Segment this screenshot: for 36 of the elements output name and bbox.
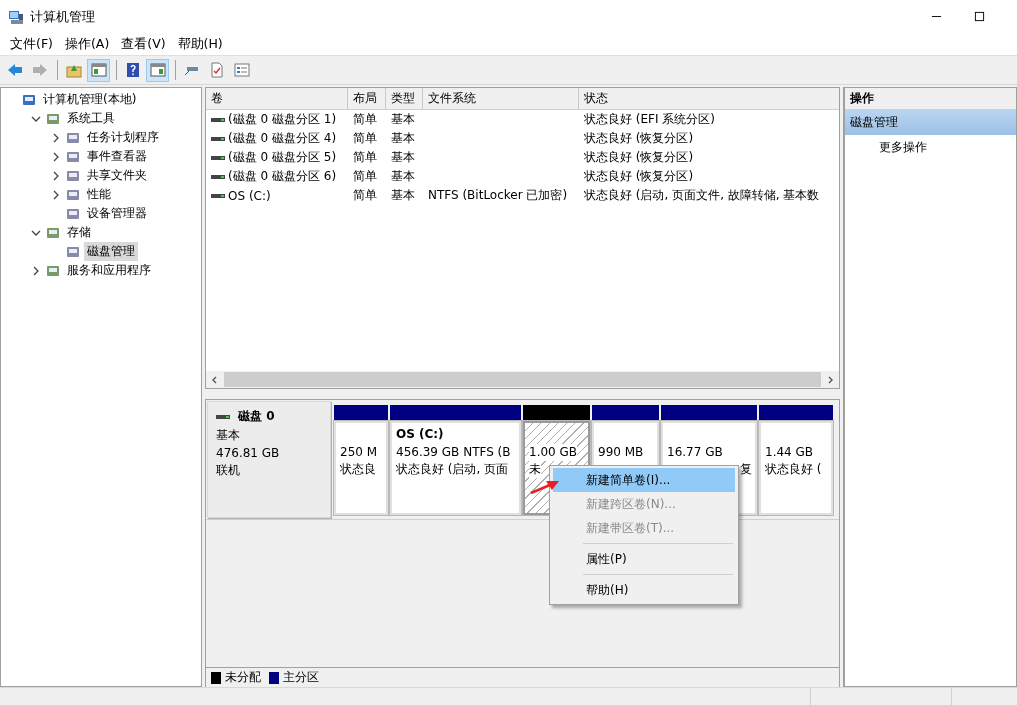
table-cell: (磁盘 0 磁盘分区 6) [228, 168, 337, 185]
partition-text: 未 [529, 461, 541, 478]
table-cell: 状态良好 (恢复分区) [584, 130, 694, 147]
table-cell: 状态良好 (恢复分区) [584, 168, 694, 185]
table-cell: 状态良好 (启动, 页面文件, 故障转储, 基本数 [584, 187, 820, 204]
table-cell: NTFS (BitLocker 已加密) [428, 187, 568, 204]
partition-text: 1.00 GB [529, 444, 578, 461]
table-cell: 状态良好 (恢复分区) [584, 149, 694, 166]
table-cell: 简单 [353, 130, 377, 147]
table-cell: 简单 [353, 168, 377, 185]
table-cell: 基本 [391, 130, 415, 147]
partition-name: OS (C:) [396, 427, 445, 443]
disk-status: 联机 [216, 462, 241, 479]
partition-text: 复 [740, 461, 752, 478]
legend-label: 未分配 [225, 669, 261, 686]
table-cell: (磁盘 0 磁盘分区 5) [228, 149, 337, 166]
legend-label: 主分区 [283, 669, 319, 686]
table-cell: 简单 [353, 149, 377, 166]
table-cell: 基本 [391, 149, 415, 166]
partition-text: 状态良 [340, 461, 376, 478]
table-cell: 基本 [391, 187, 415, 204]
partition-text: 状态良好 (启动, 页面 [396, 461, 509, 478]
partition-text: 状态良好 ( [765, 461, 822, 478]
table-cell: 简单 [353, 187, 377, 204]
disk-name: 磁盘 0 [238, 408, 275, 425]
disk-type: 基本 [216, 427, 241, 444]
table-cell: (磁盘 0 磁盘分区 1) [228, 111, 337, 128]
table-cell: 基本 [391, 168, 415, 185]
actions-header: 操作 [845, 88, 1016, 110]
disk-size: 476.81 GB [216, 446, 281, 460]
table-cell: 基本 [391, 111, 415, 128]
table-cell: 简单 [353, 111, 377, 128]
table-cell: OS (C:) [228, 188, 271, 203]
table-cell: (磁盘 0 磁盘分区 4) [228, 130, 337, 147]
window-title: 计算机管理 [30, 7, 95, 26]
table-cell: 状态良好 (EFI 系统分区) [584, 111, 715, 128]
